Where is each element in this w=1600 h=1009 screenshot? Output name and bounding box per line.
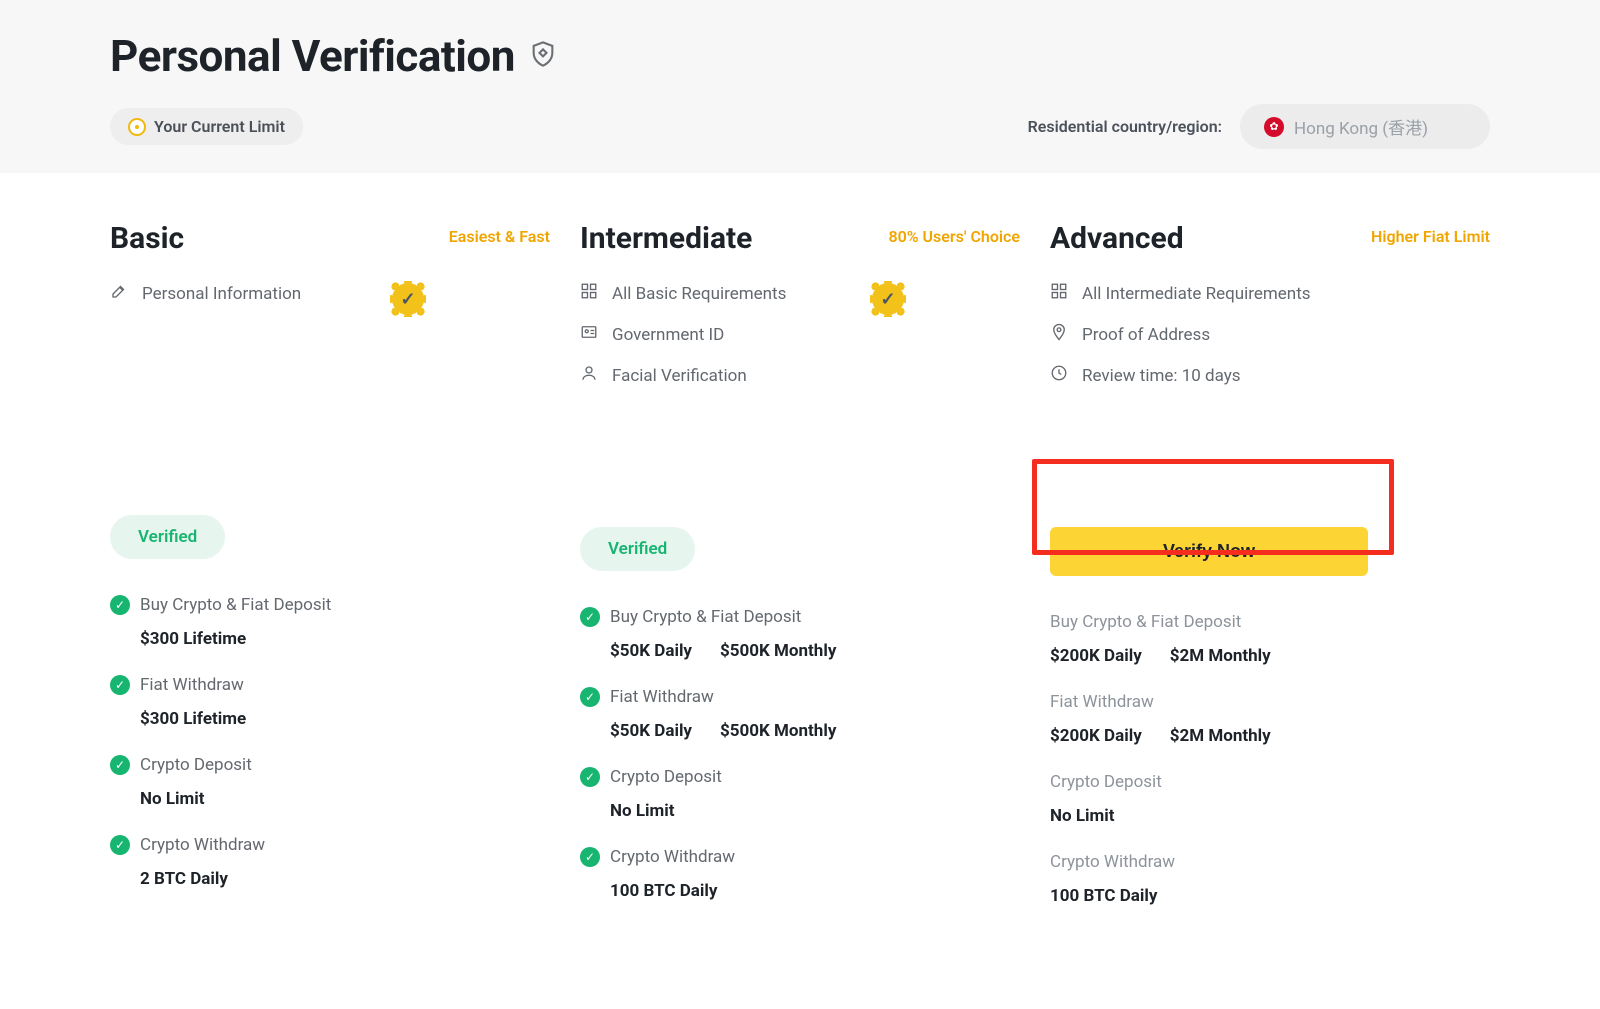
tier-intermediate: Intermediate 80% Users' Choice All Basic… [580, 221, 1050, 906]
grid-icon [1050, 282, 1068, 305]
limit-value: No Limit [140, 789, 205, 809]
req-review-time: Review time: 10 days [1050, 364, 1490, 387]
limit-basic-buy: ✓ Buy Crypto & Fiat Deposit $300 Lifetime [110, 595, 550, 649]
check-icon: ✓ [580, 687, 600, 707]
limit-title: Crypto Withdraw [1050, 852, 1175, 872]
limit-value: 100 BTC Daily [1050, 886, 1157, 906]
limit-value: 2 BTC Daily [140, 869, 228, 889]
limit-title: Crypto Withdraw [140, 835, 265, 855]
limit-intermediate-crypto-deposit: ✓ Crypto Deposit No Limit [580, 767, 1020, 821]
limit-intermediate-buy: ✓ Buy Crypto & Fiat Deposit $50K Daily $50… [580, 607, 1020, 661]
limit-title: Crypto Deposit [1050, 772, 1162, 792]
region-selector[interactable]: Hong Kong (香港) [1240, 104, 1490, 149]
req-label: All Intermediate Requirements [1082, 284, 1311, 304]
tier-basic-title: Basic [110, 221, 184, 256]
limit-title: Crypto Withdraw [610, 847, 735, 867]
limit-basic-crypto-withdraw: ✓ Crypto Withdraw 2 BTC Daily [110, 835, 550, 889]
limit-basic-crypto-deposit: ✓ Crypto Deposit No Limit [110, 755, 550, 809]
limit-advanced-buy: Buy Crypto & Fiat Deposit $200K Daily $2M… [1050, 612, 1490, 666]
limit-value: No Limit [1050, 806, 1115, 826]
limit-basic-fiat-withdraw: ✓ Fiat Withdraw $300 Lifetime [110, 675, 550, 729]
req-label: Government ID [612, 325, 724, 345]
req-proof-address: Proof of Address [1050, 323, 1490, 346]
limit-value: $200K Daily [1050, 726, 1142, 746]
limit-value: $2M Monthly [1170, 646, 1271, 666]
verification-tiers: Basic Easiest & Fast Personal Informatio… [0, 173, 1600, 946]
limit-value: No Limit [610, 801, 675, 821]
limit-dot-icon [128, 118, 146, 136]
limit-intermediate-fiat-withdraw: ✓ Fiat Withdraw $50K Daily $500K Monthly [580, 687, 1020, 741]
tier-advanced-tag: Higher Fiat Limit [1371, 221, 1490, 246]
region-label: Residential country/region: [1028, 117, 1222, 136]
limit-advanced-crypto-withdraw: Crypto Withdraw 100 BTC Daily [1050, 852, 1490, 906]
req-all-basic: All Basic Requirements [580, 282, 1020, 305]
limit-value: $300 Lifetime [140, 629, 246, 649]
limit-value: $300 Lifetime [140, 709, 246, 729]
tier-advanced: Advanced Higher Fiat Limit All Intermedi… [1050, 221, 1490, 906]
verified-seal-icon: ✓ [390, 281, 426, 317]
req-government-id: Government ID [580, 323, 1020, 346]
map-pin-icon [1050, 323, 1068, 346]
person-icon [580, 364, 598, 387]
req-personal-info: Personal Information [110, 282, 550, 305]
limit-advanced-crypto-deposit: Crypto Deposit No Limit [1050, 772, 1490, 826]
req-label: Facial Verification [612, 366, 747, 386]
limit-title: Fiat Withdraw [140, 675, 244, 695]
req-label: Personal Information [142, 284, 301, 304]
limit-advanced-fiat-withdraw: Fiat Withdraw $200K Daily $2M Monthly [1050, 692, 1490, 746]
limit-value: $500K Monthly [720, 641, 836, 661]
current-limit-pill[interactable]: Your Current Limit [110, 108, 303, 145]
shield-icon [529, 40, 557, 72]
limit-title: Buy Crypto & Fiat Deposit [1050, 612, 1241, 632]
id-card-icon [580, 323, 598, 346]
req-label: All Basic Requirements [612, 284, 786, 304]
limit-intermediate-crypto-withdraw: ✓ Crypto Withdraw 100 BTC Daily [580, 847, 1020, 901]
req-facial-verification: Facial Verification [580, 364, 1020, 387]
check-icon: ✓ [580, 847, 600, 867]
limit-value: 100 BTC Daily [610, 881, 717, 901]
req-all-intermediate: All Intermediate Requirements [1050, 282, 1490, 305]
check-icon: ✓ [110, 675, 130, 695]
region-value: Hong Kong (香港) [1294, 114, 1428, 139]
tier-advanced-title: Advanced [1050, 221, 1184, 256]
check-icon: ✓ [110, 595, 130, 615]
req-label: Review time: 10 days [1082, 366, 1241, 386]
page-title: Personal Verification [110, 30, 515, 82]
verification-header: Personal Verification Your Current Limit… [0, 0, 1600, 173]
limit-title: Fiat Withdraw [1050, 692, 1154, 712]
tier-intermediate-title: Intermediate [580, 221, 752, 256]
verify-now-button[interactable]: Verify Now [1050, 527, 1368, 576]
limit-title: Buy Crypto & Fiat Deposit [610, 607, 801, 627]
current-limit-label: Your Current Limit [154, 117, 285, 136]
limit-title: Crypto Deposit [140, 755, 252, 775]
tier-basic-tag: Easiest & Fast [449, 221, 550, 246]
limit-value: $200K Daily [1050, 646, 1142, 666]
clock-icon [1050, 364, 1068, 387]
limit-title: Crypto Deposit [610, 767, 722, 787]
hk-flag-icon [1264, 117, 1284, 137]
check-icon: ✓ [580, 607, 600, 627]
verified-seal-icon: ✓ [870, 281, 906, 317]
edit-icon [110, 282, 128, 305]
limit-value: $50K Daily [610, 641, 692, 661]
check-icon: ✓ [580, 767, 600, 787]
req-label: Proof of Address [1082, 325, 1210, 345]
tier-intermediate-tag: 80% Users' Choice [888, 221, 1020, 246]
limit-title: Fiat Withdraw [610, 687, 714, 707]
limit-value: $50K Daily [610, 721, 692, 741]
grid-icon [580, 282, 598, 305]
limit-title: Buy Crypto & Fiat Deposit [140, 595, 331, 615]
check-icon: ✓ [110, 755, 130, 775]
basic-status-verified: Verified [110, 515, 225, 559]
check-icon: ✓ [110, 835, 130, 855]
tier-basic: Basic Easiest & Fast Personal Informatio… [110, 221, 580, 906]
intermediate-status-verified: Verified [580, 527, 695, 571]
limit-value: $2M Monthly [1170, 726, 1271, 746]
limit-value: $500K Monthly [720, 721, 836, 741]
